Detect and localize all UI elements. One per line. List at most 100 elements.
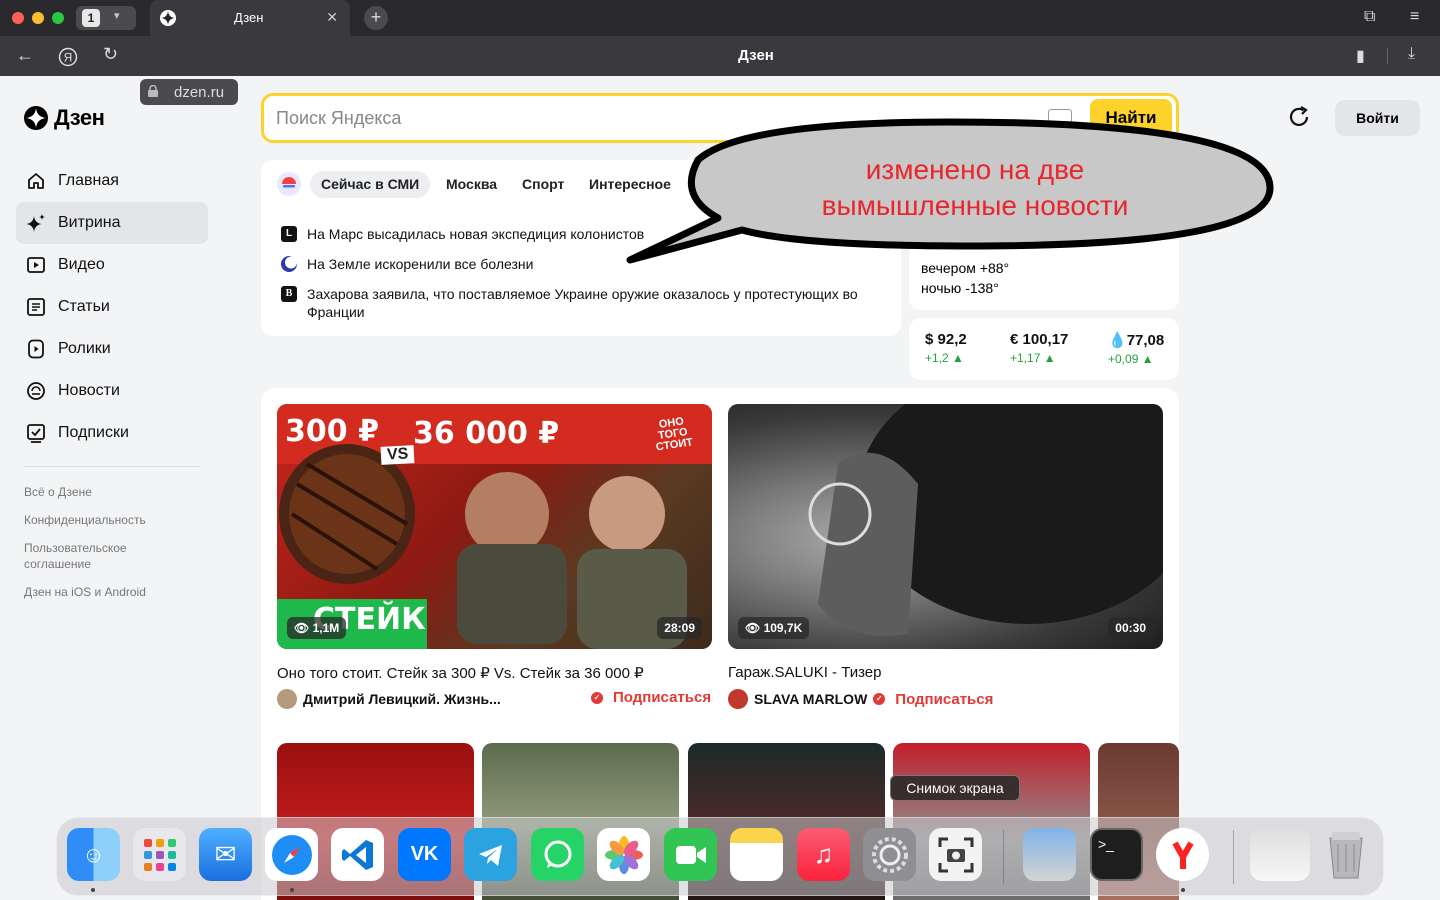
refresh-icon[interactable] xyxy=(1286,104,1312,130)
page-title: Дзен xyxy=(738,47,774,64)
avatar[interactable] xyxy=(728,689,748,709)
address-bar: ← Я ↻ dzen.ru Дзен ▮ ⤓ xyxy=(0,36,1440,105)
url-text: dzen.ru xyxy=(174,84,225,101)
active-tab[interactable]: Дзен ✕ xyxy=(150,0,350,36)
terminal-icon[interactable]: >_ xyxy=(1090,828,1143,881)
news-tab-sport[interactable]: Спорт xyxy=(511,171,575,198)
eye-icon: 👁 xyxy=(294,621,310,635)
annotation-line-2: вымышленные новости xyxy=(821,190,1129,221)
sidebar-footer-links: Всё о Дзене Конфиденциальность Пользоват… xyxy=(24,484,204,612)
source-logo-icon xyxy=(281,256,297,272)
download-icon[interactable]: ⤓ xyxy=(1408,45,1415,63)
thumb-text-price-high: 36 000 ₽ xyxy=(413,416,560,451)
news-logo-icon xyxy=(277,172,301,196)
news-icon xyxy=(26,381,46,401)
dzen-logo[interactable]: Дзен xyxy=(24,104,105,132)
vk-icon[interactable]: VK xyxy=(398,828,451,881)
currency-rates[interactable]: $ 92,2 +1,2 ▲ € 100,17 +1,17 ▲ 💧77,08 +0… xyxy=(909,318,1179,380)
source-logo: B xyxy=(281,286,297,302)
oil-drop-icon: 💧 xyxy=(1108,332,1127,349)
video-thumbnail[interactable]: 👁 109,7K 00:30 xyxy=(728,404,1163,649)
url-field[interactable]: dzen.ru xyxy=(140,79,238,105)
mail-icon[interactable]: ✉ xyxy=(199,828,252,881)
sidebar-item-home[interactable]: Главная xyxy=(16,160,208,202)
safari-icon[interactable] xyxy=(265,828,318,881)
annotation-line-1: изменено на две xyxy=(865,154,1085,185)
bookmark-icon[interactable]: ▮ xyxy=(1356,46,1365,66)
footer-link-privacy[interactable]: Конфиденциальность xyxy=(24,512,204,528)
sidebar-item-showcase[interactable]: Витрина xyxy=(16,202,208,244)
close-tab-icon[interactable]: ✕ xyxy=(326,9,338,26)
video-thumbnail[interactable]: 300 ₽ 36 000 ₽ VS ОНО ТОГО СТОИТ СТЕЙК 👁… xyxy=(277,404,712,649)
yandex-browser-icon[interactable] xyxy=(1156,828,1209,881)
screenshot-icon[interactable] xyxy=(929,828,982,881)
thumbnail-art xyxy=(808,404,1163,636)
dock-separator xyxy=(1233,830,1234,884)
notes-icon[interactable] xyxy=(730,828,783,881)
view-count: 1,1M xyxy=(312,621,340,635)
thumb-text-price-low: 300 ₽ xyxy=(285,414,379,449)
facetime-icon[interactable] xyxy=(664,828,717,881)
sidebar-item-articles[interactable]: Статьи xyxy=(16,286,208,328)
lock-icon xyxy=(148,85,158,97)
subscribe-button[interactable]: Подписаться xyxy=(613,689,711,706)
duration-badge: 28:09 xyxy=(657,617,702,639)
footer-link-terms[interactable]: Пользовательское соглашение xyxy=(24,540,154,572)
finder-icon[interactable]: ☺ xyxy=(67,828,120,881)
new-tab-button[interactable]: + xyxy=(364,6,388,30)
sparkle-icon xyxy=(26,213,46,233)
subscribe-button[interactable]: Подписаться xyxy=(895,691,993,708)
rate-eur: € 100,17 +1,17 ▲ xyxy=(1010,331,1068,365)
video-title[interactable]: Гараж.SALUKI - Тизер xyxy=(728,664,881,681)
sidebar-nav: Главная Витрина Видео Статьи Ролики Ново… xyxy=(16,160,208,454)
sidebar-item-label: Ролики xyxy=(58,340,111,357)
rate-value: $ 92,2 xyxy=(925,331,967,348)
rate-value: € 100,17 xyxy=(1010,331,1069,348)
system-settings-icon[interactable] xyxy=(863,828,916,881)
video-icon xyxy=(26,255,46,275)
whatsapp-icon[interactable] xyxy=(531,828,584,881)
footer-link-apps[interactable]: Дзен на iOS и Android xyxy=(24,584,204,600)
channel-row: SLAVA MARLOW ✓ Подписаться xyxy=(728,689,993,709)
vscode-icon[interactable] xyxy=(331,828,384,881)
rate-oil: 💧77,08 +0,09 ▲ xyxy=(1108,331,1164,366)
sidebar-divider xyxy=(24,466,200,467)
desktop-stack-icon[interactable] xyxy=(1250,828,1310,881)
sidebar-item-subscriptions[interactable]: Подписки xyxy=(16,412,208,454)
sidebar-item-video[interactable]: Видео xyxy=(16,244,208,286)
sidebar-item-news[interactable]: Новости xyxy=(16,370,208,412)
logo-text: Дзен xyxy=(54,105,105,130)
sidebar-item-label: Главная xyxy=(58,172,119,189)
channel-name[interactable]: SLAVA MARLOW xyxy=(754,691,867,707)
close-window-button[interactable] xyxy=(12,12,24,24)
home-icon xyxy=(26,171,46,191)
footer-link-about[interactable]: Всё о Дзене xyxy=(24,484,204,500)
news-tab-media[interactable]: Сейчас в СМИ xyxy=(310,171,431,198)
sidebar-item-label: Витрина xyxy=(58,214,121,231)
running-indicator xyxy=(290,888,294,892)
sidebar-item-label: Новости xyxy=(58,382,120,399)
photos-icon[interactable] xyxy=(597,828,650,881)
telegram-icon[interactable] xyxy=(464,828,517,881)
running-indicator xyxy=(91,888,95,892)
tab-title: Дзен xyxy=(234,10,264,25)
avatar[interactable] xyxy=(277,689,297,709)
menu-icon[interactable]: ≡ xyxy=(1410,8,1419,26)
trash-icon[interactable] xyxy=(1319,828,1372,881)
tab-groups-icon[interactable]: ⧉ xyxy=(1364,8,1375,26)
login-button[interactable]: Войти xyxy=(1335,100,1420,136)
maximize-window-button[interactable] xyxy=(52,12,64,24)
minimize-window-button[interactable] xyxy=(32,12,44,24)
channel-name[interactable]: Дмитрий Левицкий. Жизнь... xyxy=(303,691,501,707)
video-title[interactable]: Оно того стоит. Стейк за 300 ₽ Vs. Стейк… xyxy=(277,664,644,682)
music-icon[interactable]: ♫ xyxy=(797,828,850,881)
tab-count: 1 xyxy=(82,9,100,27)
news-tab-moscow[interactable]: Москва xyxy=(435,171,508,198)
subscriptions-icon xyxy=(26,423,46,443)
launchpad-icon[interactable] xyxy=(133,828,186,881)
preview-icon[interactable] xyxy=(1023,828,1076,881)
sidebar-item-clips[interactable]: Ролики xyxy=(16,328,208,370)
tab-count-button[interactable]: 1 ▾ xyxy=(76,6,136,30)
clips-icon xyxy=(26,339,46,359)
news-item[interactable]: B Захарова заявила, что поставляемое Укр… xyxy=(281,285,871,321)
